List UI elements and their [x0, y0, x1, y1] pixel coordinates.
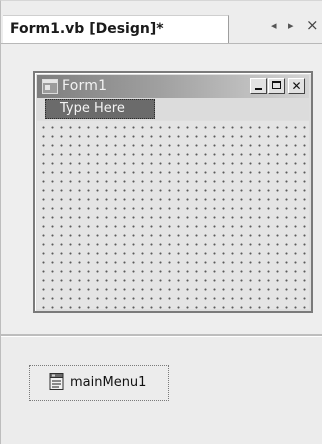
component-label: mainMenu1 — [70, 375, 147, 390]
maximize-button[interactable] — [268, 78, 285, 94]
form-client-area[interactable] — [37, 121, 309, 309]
component-tray[interactable]: mainMenu1 — [1, 337, 322, 444]
scroll-left-icon[interactable]: ◂ — [271, 19, 277, 32]
designer-window: Form1.vb [Design]* ◂ ▸ × Form1 ✕ Type He… — [0, 0, 322, 444]
component-main-menu[interactable]: mainMenu1 — [29, 365, 169, 401]
close-tab-icon[interactable]: × — [306, 16, 319, 34]
form-menu-strip[interactable]: Type Here — [37, 98, 309, 120]
scroll-right-icon[interactable]: ▸ — [288, 19, 294, 32]
main-menu-component-icon — [49, 373, 64, 390]
form-title-bar[interactable]: Form1 ✕ — [37, 75, 309, 98]
minimize-button[interactable] — [250, 78, 267, 94]
form-designer-window[interactable]: Form1 ✕ Type Here — [33, 71, 313, 313]
design-surface[interactable]: Form1 ✕ Type Here — [1, 44, 322, 334]
form-icon — [42, 79, 58, 94]
document-tab-strip: Form1.vb [Design]* ◂ ▸ × — [1, 1, 322, 44]
form-title: Form1 — [62, 78, 108, 94]
close-icon: ✕ — [291, 79, 302, 93]
menu-type-here-box[interactable]: Type Here — [45, 99, 155, 119]
tab-form1-design[interactable]: Form1.vb [Design]* — [3, 15, 229, 43]
close-button[interactable]: ✕ — [288, 78, 305, 94]
tab-label: Form1.vb [Design]* — [10, 21, 164, 37]
maximize-icon — [272, 81, 281, 89]
minimize-icon — [255, 88, 262, 90]
